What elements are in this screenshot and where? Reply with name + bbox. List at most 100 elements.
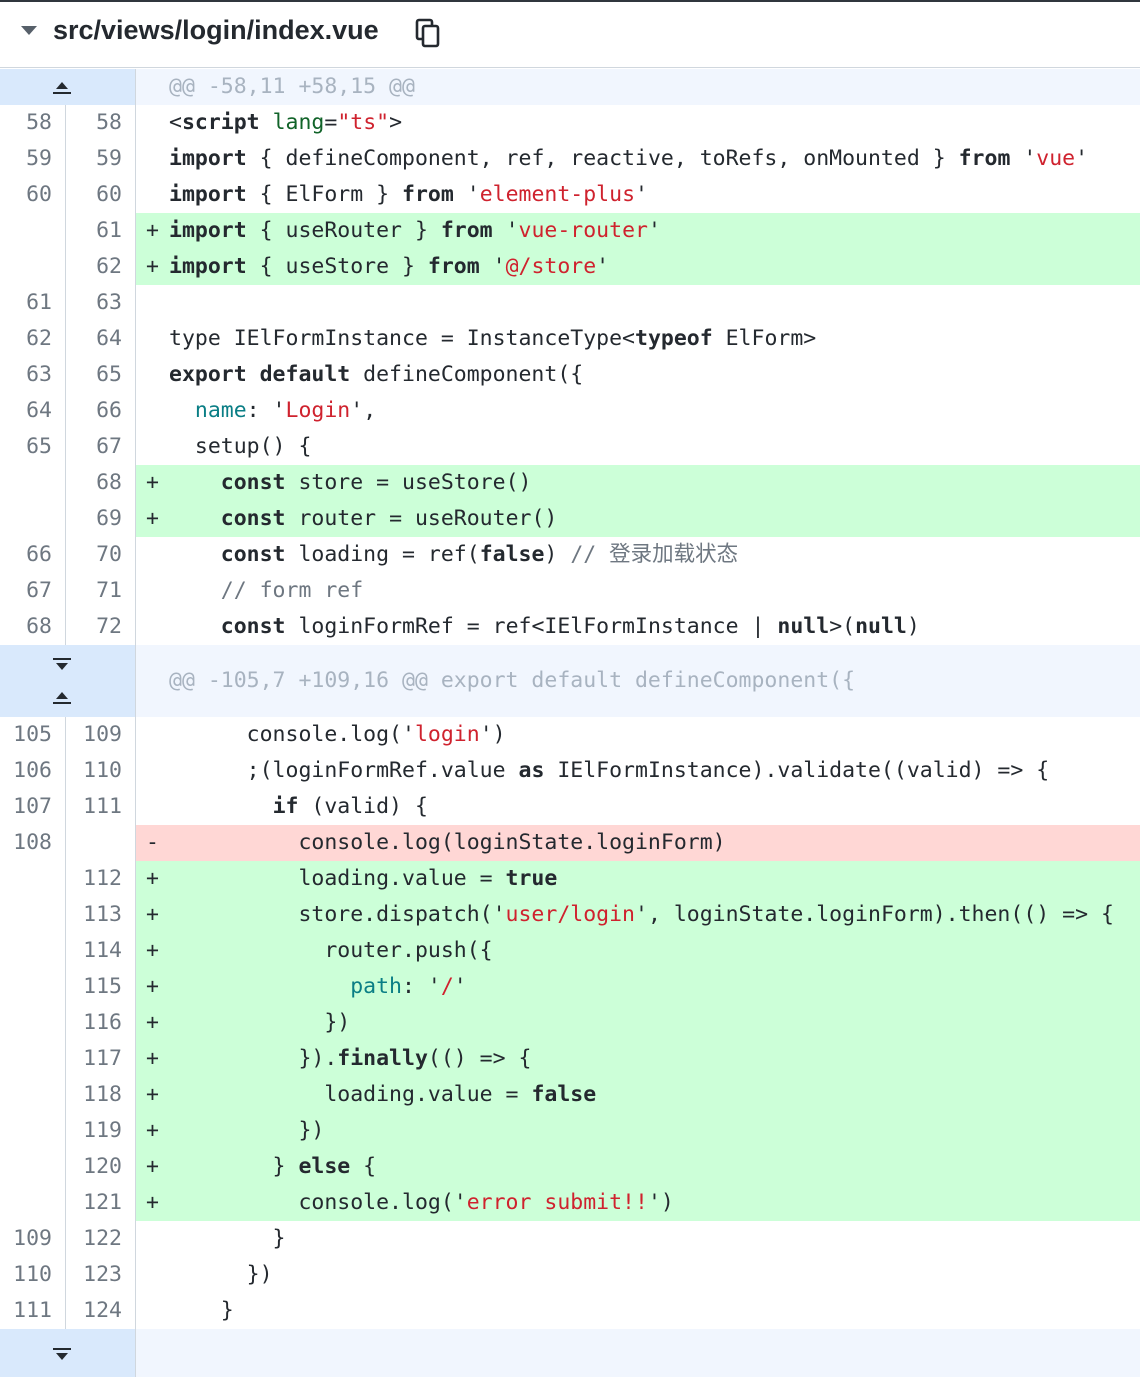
code-token: { ElForm } [246,182,403,207]
new-line-number[interactable]: 60 [66,177,136,213]
code-text: }) [169,1257,273,1293]
context-line: 110 123 }) [0,1257,1140,1293]
expand-down-icon[interactable] [49,1345,75,1365]
old-line-number[interactable]: 58 [0,105,66,141]
new-line-number[interactable]: 114 [66,933,136,969]
new-line-number[interactable]: 64 [66,321,136,357]
old-line-number[interactable]: 61 [0,285,66,321]
code-token: name [194,398,247,423]
old-line-number[interactable]: 109 [0,1221,66,1257]
addition-marker: + [146,254,159,279]
added-line: 112 + loading.value = true [0,861,1140,897]
new-line-number[interactable]: 65 [66,357,136,393]
old-line-number[interactable] [0,1041,66,1077]
new-line-number[interactable]: 69 [66,501,136,537]
new-line-number[interactable]: 124 [66,1293,136,1329]
hunk-expander[interactable] [0,645,136,717]
new-line-number[interactable]: 115 [66,969,136,1005]
new-line-number[interactable]: 72 [66,609,136,645]
new-line-number[interactable]: 116 [66,1005,136,1041]
new-line-number[interactable]: 68 [66,465,136,501]
new-line-number[interactable]: 111 [66,789,136,825]
expand-up-icon[interactable] [49,77,75,97]
code-token: router = useRouter() [285,506,558,531]
added-line: 113 + store.dispatch('user/login', loginS… [0,897,1140,933]
new-line-number[interactable]: 119 [66,1113,136,1149]
code-token: }) [169,1262,273,1287]
old-line-number[interactable] [0,1005,66,1041]
new-line-number[interactable]: 120 [66,1149,136,1185]
code-cell: ;(loginFormRef.value as IElFormInstance)… [136,753,1140,789]
context-line: 106 110 ;(loginFormRef.value as IElFormIn… [0,753,1140,789]
old-line-number[interactable] [0,1113,66,1149]
old-line-number[interactable]: 64 [0,393,66,429]
added-line: 120 + } else { [0,1149,1140,1185]
old-line-number[interactable]: 68 [0,609,66,645]
old-line-number[interactable] [0,861,66,897]
old-line-number[interactable]: 108 [0,825,66,861]
code-token: : ' [246,398,286,423]
old-line-number[interactable]: 66 [0,537,66,573]
expand-down-icon[interactable] [49,655,75,675]
new-line-number[interactable]: 110 [66,753,136,789]
old-line-number[interactable]: 65 [0,429,66,465]
new-line-number[interactable]: 121 [66,1185,136,1221]
old-line-number[interactable] [0,897,66,933]
old-line-number[interactable] [0,933,66,969]
old-line-number[interactable] [0,969,66,1005]
old-line-number[interactable] [0,501,66,537]
old-line-number[interactable]: 60 [0,177,66,213]
copy-icon[interactable] [414,18,442,48]
file-path[interactable]: src/views/login/index.vue [53,12,379,48]
new-line-number[interactable]: 63 [66,285,136,321]
expand-up-icon[interactable] [49,687,75,707]
new-line-number[interactable]: 113 [66,897,136,933]
new-line-number[interactable]: 67 [66,429,136,465]
new-line-number[interactable]: 118 [66,1077,136,1113]
code-token: false [531,1082,597,1107]
old-line-number[interactable]: 62 [0,321,66,357]
old-line-number[interactable] [0,465,66,501]
new-line-number[interactable]: 109 [66,717,136,753]
hunk-expander[interactable] [0,1329,136,1377]
context-line: 65 67 setup() { [0,429,1140,465]
old-line-number[interactable]: 107 [0,789,66,825]
new-line-number[interactable]: 123 [66,1257,136,1293]
new-line-number[interactable]: 71 [66,573,136,609]
old-line-number[interactable] [0,1149,66,1185]
old-line-number[interactable]: 59 [0,141,66,177]
code-cell: + import { useRouter } from 'vue-router' [136,213,1140,249]
new-line-number[interactable]: 122 [66,1221,136,1257]
new-line-number[interactable]: 70 [66,537,136,573]
new-line-number[interactable]: 62 [66,249,136,285]
new-line-number[interactable]: 112 [66,861,136,897]
code-token: ') [647,1190,674,1215]
old-line-number[interactable]: 110 [0,1257,66,1293]
code-text: } else { [169,1149,377,1185]
new-line-number[interactable]: 59 [66,141,136,177]
new-line-number[interactable]: 66 [66,393,136,429]
new-line-number[interactable]: 61 [66,213,136,249]
new-line-number[interactable] [66,825,136,861]
old-line-number[interactable] [0,213,66,249]
code-token: as [518,758,545,783]
hunk-expander[interactable] [0,69,136,105]
code-token: true [505,866,558,891]
old-line-number[interactable]: 105 [0,717,66,753]
added-line: 115 + path: '/' [0,969,1140,1005]
code-token: ' [635,182,648,207]
old-line-number[interactable] [0,1185,66,1221]
chevron-down-icon[interactable] [21,26,37,35]
code-token: { useStore } [246,254,428,279]
code-cell: + loading.value = false [136,1077,1140,1113]
new-line-number[interactable]: 117 [66,1041,136,1077]
old-line-number[interactable]: 63 [0,357,66,393]
new-line-number[interactable]: 58 [66,105,136,141]
code-cell: - console.log(loginState.loginForm) [136,825,1140,861]
old-line-number[interactable] [0,1077,66,1113]
old-line-number[interactable] [0,249,66,285]
old-line-number[interactable]: 106 [0,753,66,789]
old-line-number[interactable]: 67 [0,573,66,609]
old-line-number[interactable]: 111 [0,1293,66,1329]
